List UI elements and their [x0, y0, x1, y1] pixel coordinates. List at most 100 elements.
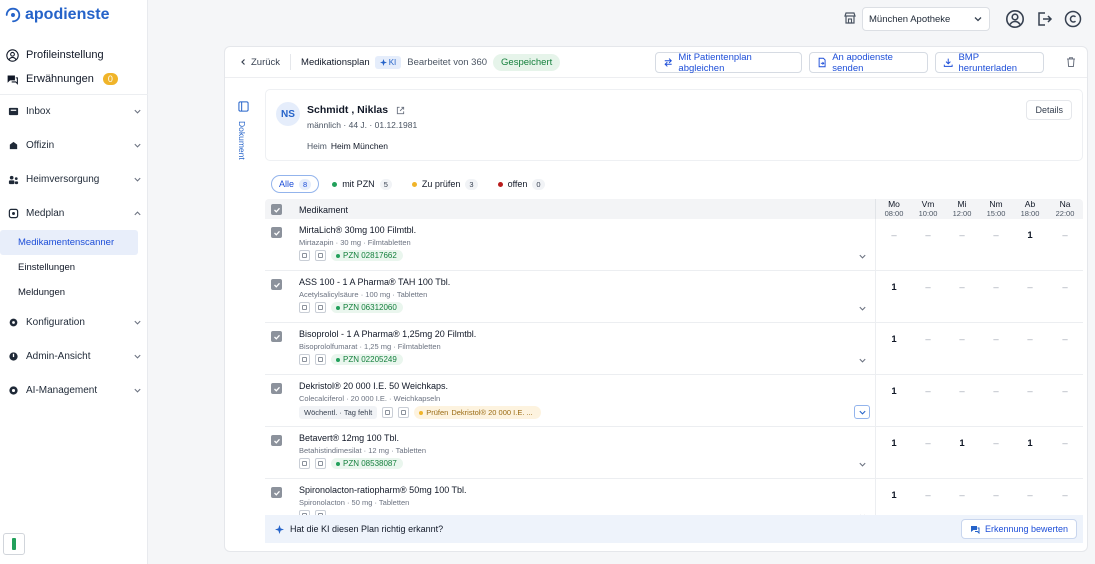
dose-cell[interactable]: – — [979, 282, 1013, 293]
dose-cell[interactable]: – — [945, 230, 979, 241]
table-row[interactable]: Betavert® 12mg 100 Tbl. Betahistindimesil… — [265, 427, 1083, 479]
info-icon[interactable] — [382, 407, 394, 418]
send-apodienste-button[interactable]: An apodienste senden — [809, 51, 928, 74]
dose-cell[interactable]: – — [911, 230, 945, 241]
check-icon — [273, 386, 280, 392]
dose-cell[interactable]: – — [1048, 438, 1082, 449]
trash-icon[interactable] — [1065, 56, 1077, 68]
dose-cell[interactable]: – — [911, 490, 945, 501]
dose-cell[interactable]: – — [979, 490, 1013, 501]
dose-cell[interactable]: – — [945, 282, 979, 293]
sidebar-item-ai-management[interactable]: AI-Management — [0, 373, 148, 407]
dose-cell[interactable]: – — [1013, 386, 1047, 397]
dose-cell[interactable]: – — [877, 230, 911, 241]
dose-cell[interactable]: 1 — [877, 282, 911, 293]
review-badge[interactable]: Prüfen Dekristol® 20 000 I.E. ... — [414, 406, 541, 419]
dose-cell[interactable]: – — [911, 334, 945, 345]
sidebar-item-admin-ansicht[interactable]: Admin-Ansicht — [0, 339, 148, 373]
dose-cell[interactable]: 1 — [1013, 230, 1047, 241]
sidebar-subitem-medikamentenscanner[interactable]: Medikamentenscanner — [0, 230, 138, 255]
expand-row-button[interactable] — [854, 405, 870, 419]
info-icon[interactable] — [299, 250, 310, 261]
dose-cell[interactable]: – — [1048, 490, 1082, 501]
table-row[interactable]: MirtaLich® 30mg 100 Filmtbl. Mirtazapin ·… — [265, 219, 1083, 271]
sidebar-item-konfiguration[interactable]: Konfiguration — [0, 305, 148, 339]
expand-row-button[interactable] — [854, 249, 870, 263]
row-checkbox[interactable] — [271, 435, 282, 446]
rate-recognition-button[interactable]: Erkennung bewerten — [960, 519, 1077, 539]
sidebar-item-inbox[interactable]: Inbox — [0, 94, 148, 128]
back-button[interactable]: Zurück — [239, 54, 292, 70]
chevron-up-icon — [134, 210, 141, 215]
package-icon[interactable] — [315, 250, 326, 261]
package-icon[interactable] — [315, 458, 326, 469]
filter-mit-pzn[interactable]: mit PZN 5 — [325, 175, 399, 193]
sidebar-item-heimversorgung[interactable]: Heimversorgung — [0, 162, 148, 196]
dose-cell[interactable]: – — [945, 386, 979, 397]
profile-settings-link[interactable]: Profileinstellung — [6, 43, 144, 67]
external-link-icon[interactable] — [396, 106, 405, 115]
dose-cell[interactable]: – — [911, 438, 945, 449]
row-checkbox[interactable] — [271, 487, 282, 498]
logout-icon[interactable] — [1034, 9, 1054, 29]
compare-plan-button[interactable]: Mit Patientenplan abgleichen — [655, 52, 802, 74]
details-button[interactable]: Details — [1026, 100, 1072, 120]
sidebar-subitem-meldungen[interactable]: Meldungen — [0, 280, 148, 305]
dose-cell[interactable]: – — [979, 334, 1013, 345]
document-panel-toggle[interactable]: Dokument — [235, 101, 253, 221]
brand-logo[interactable]: apodienste — [4, 6, 109, 24]
sidebar-item-offizin[interactable]: Offizin — [0, 128, 148, 162]
package-icon[interactable] — [315, 302, 326, 313]
copyright-icon[interactable] — [1063, 9, 1083, 29]
dose-cell[interactable]: – — [945, 334, 979, 345]
sidebar-subitem-einstellungen[interactable]: Einstellungen — [0, 255, 148, 280]
dose-cell[interactable]: – — [1048, 282, 1082, 293]
dose-cell[interactable]: – — [911, 282, 945, 293]
info-icon[interactable] — [299, 302, 310, 313]
ki-badge-label: KI — [388, 57, 397, 67]
dose-cell[interactable]: – — [911, 386, 945, 397]
dose-cell[interactable]: – — [1013, 282, 1047, 293]
dose-cell[interactable]: – — [979, 230, 1013, 241]
send-apodienste-label: An apodienste senden — [832, 51, 893, 74]
row-checkbox[interactable] — [271, 279, 282, 290]
info-icon[interactable] — [299, 458, 310, 469]
expand-row-button[interactable] — [854, 457, 870, 471]
expand-row-button[interactable] — [854, 301, 870, 315]
account-icon[interactable] — [1005, 9, 1025, 29]
package-icon[interactable] — [315, 354, 326, 365]
sidebar-item-medplan[interactable]: Medplan — [0, 196, 148, 230]
dose-cell[interactable]: – — [945, 490, 979, 501]
row-checkbox[interactable] — [271, 331, 282, 342]
dose-cell[interactable]: 1 — [1013, 438, 1047, 449]
filter-zu-pruefen[interactable]: Zu prüfen 3 — [405, 175, 485, 193]
row-checkbox[interactable] — [271, 227, 282, 238]
dose-cell[interactable]: – — [979, 386, 1013, 397]
table-row[interactable]: Bisoprolol - 1 A Pharma® 1,25mg 20 Filmt… — [265, 323, 1083, 375]
info-icon[interactable] — [299, 354, 310, 365]
dose-cell[interactable]: – — [1048, 230, 1082, 241]
package-icon[interactable] — [398, 407, 410, 418]
dose-cell[interactable]: 1 — [877, 438, 911, 449]
dose-cell[interactable]: 1 — [877, 386, 911, 397]
bmp-download-button[interactable]: BMP herunterladen — [935, 52, 1044, 74]
dose-cell[interactable]: – — [1013, 490, 1047, 501]
dose-cell[interactable]: – — [979, 438, 1013, 449]
filter-offen[interactable]: offen 0 — [491, 175, 552, 193]
dose-cell[interactable]: – — [1013, 334, 1047, 345]
feedback-widget[interactable] — [3, 533, 25, 555]
mentions-link[interactable]: Erwähnungen 0 — [6, 67, 144, 91]
dose-cell[interactable]: 1 — [877, 490, 911, 501]
dose-cell[interactable]: 1 — [877, 334, 911, 345]
select-all-checkbox[interactable] — [271, 204, 282, 215]
table-row[interactable]: ASS 100 - 1 A Pharma® TAH 100 Tbl. Acetyl… — [265, 271, 1083, 323]
expand-row-button[interactable] — [854, 353, 870, 367]
filter-all[interactable]: Alle 8 — [271, 175, 320, 193]
dose-cell[interactable]: 1 — [945, 438, 979, 449]
table-row[interactable]: Dekristol® 20 000 I.E. 50 Weichkaps. Cole… — [265, 375, 1083, 427]
dose-cell[interactable]: – — [1048, 334, 1082, 345]
row-checkbox[interactable] — [271, 383, 282, 394]
pharmacy-select[interactable]: München Apotheke — [862, 7, 990, 31]
dose-cell[interactable]: – — [1048, 386, 1082, 397]
gear-icon — [9, 318, 18, 326]
